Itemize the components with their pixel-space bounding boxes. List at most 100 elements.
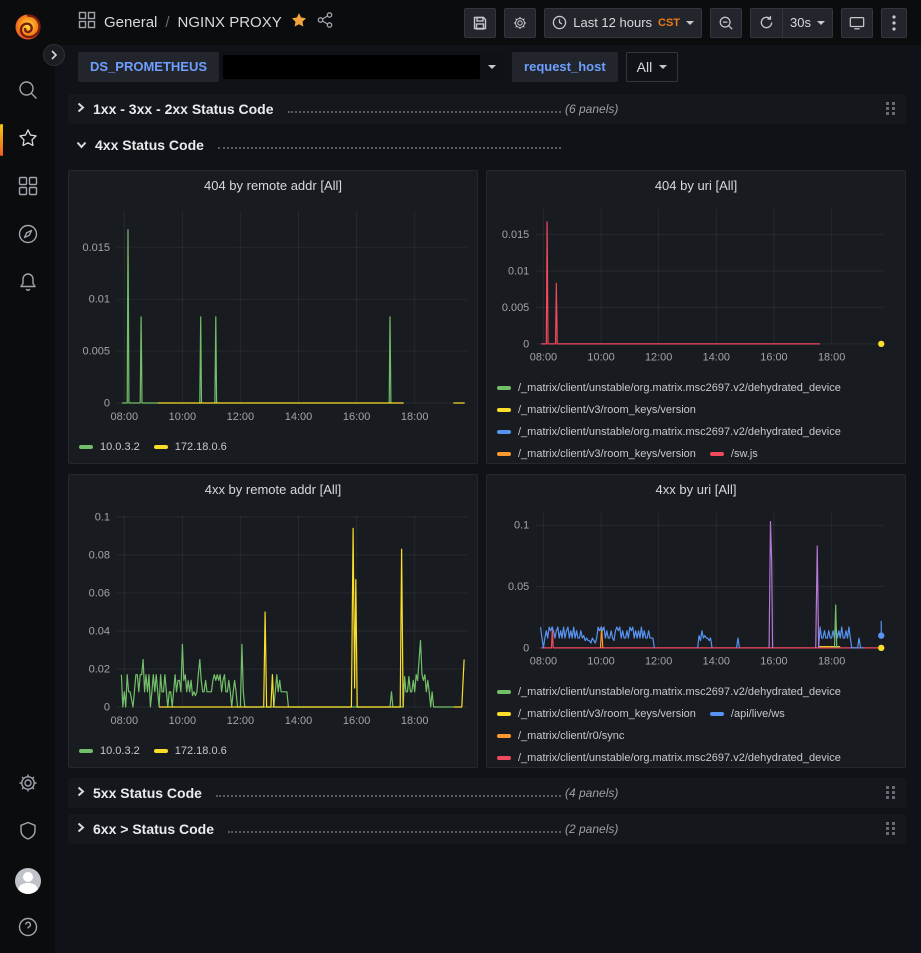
legend-label: /sw.js <box>731 448 758 460</box>
sidebar-item-search[interactable] <box>0 68 55 116</box>
row-dotted-leader <box>288 111 561 113</box>
legend-item[interactable]: /_matrix/client/r0/sync <box>497 726 624 746</box>
save-icon <box>472 15 488 31</box>
legend-item[interactable]: /_matrix/client/unstable/org.matrix.msc2… <box>497 682 841 702</box>
time-range-picker[interactable]: Last 12 hours CST <box>544 8 702 38</box>
svg-text:0.1: 0.1 <box>95 511 110 523</box>
legend-item[interactable]: /_matrix/client/v3/room_keys/version <box>497 444 696 463</box>
gear-icon <box>17 772 39 799</box>
dashboards-icon <box>17 175 39 202</box>
legend-item[interactable]: 10.0.3.2 <box>79 741 140 761</box>
row-1xx-3xx-2xx[interactable]: 1xx - 3xx - 2xx Status Code (6 panels) <box>68 94 906 124</box>
save-dashboard-button[interactable] <box>464 8 496 38</box>
more-options-button[interactable] <box>881 8 907 38</box>
zoom-out-button[interactable] <box>710 8 742 38</box>
dashboard-settings-button[interactable] <box>504 8 536 38</box>
refresh-icon <box>759 15 774 30</box>
request-host-variable-label: request_host <box>512 52 618 82</box>
legend-label: /_matrix/client/unstable/org.matrix.msc2… <box>518 686 841 698</box>
svg-text:08:00: 08:00 <box>111 411 139 423</box>
legend-item[interactable]: /_matrix/client/unstable/org.matrix.msc2… <box>497 378 841 398</box>
panel-row-2: 4xx by remote addr [All] 00.020.040.060.… <box>68 474 906 768</box>
svg-text:18:00: 18:00 <box>401 715 429 727</box>
legend-swatch <box>497 756 511 760</box>
panel-legend: 10.0.3.2 172.18.0.6 <box>69 737 477 761</box>
row-drag-handle[interactable] <box>884 821 898 837</box>
chevron-right-icon <box>76 820 85 838</box>
legend-item[interactable]: /_matrix/client/unstable/org.matrix.msc2… <box>497 748 841 767</box>
dashboard-title[interactable]: NGINX PROXY <box>178 14 282 31</box>
sidebar-item-starred[interactable] <box>0 116 55 164</box>
svg-text:14:00: 14:00 <box>703 656 730 668</box>
row-drag-handle[interactable] <box>884 785 898 801</box>
bell-icon <box>17 271 39 298</box>
legend-item[interactable]: 10.0.3.2 <box>79 437 140 457</box>
legend-item[interactable]: /sw.js <box>710 444 758 463</box>
legend-label: /_matrix/client/unstable/org.matrix.msc2… <box>518 426 841 438</box>
sidebar-item-profile[interactable] <box>0 857 55 905</box>
monitor-icon <box>849 15 865 31</box>
svg-text:0.005: 0.005 <box>502 302 529 314</box>
row-6xx[interactable]: 6xx > Status Code (2 panels) <box>68 814 906 844</box>
legend-label: /_matrix/client/unstable/org.matrix.msc2… <box>518 382 841 394</box>
time-range-label: Last 12 hours <box>573 15 652 30</box>
chevron-down-icon <box>659 65 667 69</box>
svg-text:0: 0 <box>523 338 529 350</box>
main-area: General / NGINX PROXY Last 12 hours <box>55 0 921 953</box>
sidebar-expand-button[interactable] <box>43 44 65 66</box>
grafana-logo-icon[interactable] <box>11 10 45 44</box>
datasource-variable-dropdown[interactable] <box>219 52 504 82</box>
sidebar-item-dashboards[interactable] <box>0 164 55 212</box>
svg-text:0.04: 0.04 <box>89 626 110 638</box>
sidebar-item-explore[interactable] <box>0 212 55 260</box>
svg-text:0.01: 0.01 <box>508 265 529 277</box>
breadcrumb: General / NGINX PROXY <box>78 11 334 34</box>
favorite-star-icon[interactable] <box>290 11 308 34</box>
svg-text:10:00: 10:00 <box>169 715 197 727</box>
timeseries-chart[interactable]: 00.0050.010.01508:0010:0012:0014:0016:00… <box>489 199 893 374</box>
panel-title[interactable]: 4xx by uri [All] <box>487 475 905 503</box>
legend-item[interactable]: /api/live/ws <box>710 704 785 724</box>
panel-title[interactable]: 4xx by remote addr [All] <box>69 475 477 503</box>
legend-label: 10.0.3.2 <box>100 441 140 453</box>
sidebar-item-alerting[interactable] <box>0 260 55 308</box>
panel-legend: 10.0.3.2 172.18.0.6 <box>69 433 477 457</box>
settings-gear-icon <box>512 15 528 31</box>
legend-item[interactable]: /_matrix/client/unstable/org.matrix.msc2… <box>497 422 841 442</box>
svg-text:0: 0 <box>104 398 110 410</box>
sidebar-item-server-admin[interactable] <box>0 809 55 857</box>
timeseries-chart[interactable]: 00.050.108:0010:0012:0014:0016:0018:00 <box>489 503 893 678</box>
row-title: 5xx Status Code <box>93 785 202 801</box>
timeseries-chart[interactable]: 00.020.040.060.080.108:0010:0012:0014:00… <box>71 503 475 737</box>
refresh-interval-dropdown[interactable]: 30s <box>782 8 833 38</box>
sidebar-item-configuration[interactable] <box>0 761 55 809</box>
refresh-button[interactable] <box>750 8 782 38</box>
panel-title[interactable]: 404 by remote addr [All] <box>69 171 477 199</box>
tv-mode-button[interactable] <box>841 8 873 38</box>
timezone-label: CST <box>658 17 680 29</box>
legend-item[interactable]: /_matrix/client/v3/room_keys/version <box>497 400 696 420</box>
dashboard-canvas: 1xx - 3xx - 2xx Status Code (6 panels) 4… <box>55 88 921 953</box>
panel-title[interactable]: 404 by uri [All] <box>487 171 905 199</box>
row-4xx[interactable]: 4xx Status Code <box>68 130 906 160</box>
legend-item[interactable]: 172.18.0.6 <box>154 741 227 761</box>
sidebar-item-help[interactable] <box>0 905 55 953</box>
request-host-variable-dropdown[interactable]: All <box>626 52 679 82</box>
legend-item[interactable]: /_matrix/client/v3/room_keys/version <box>497 704 696 724</box>
row-5xx[interactable]: 5xx Status Code (4 panels) <box>68 778 906 808</box>
avatar <box>15 868 41 894</box>
row-drag-handle[interactable] <box>884 101 898 117</box>
clock-icon <box>552 15 567 30</box>
svg-text:14:00: 14:00 <box>285 411 313 423</box>
dashboard-header: General / NGINX PROXY Last 12 hours <box>55 0 921 45</box>
legend-item[interactable]: 172.18.0.6 <box>154 437 227 457</box>
timeseries-chart[interactable]: 00.0050.010.01508:0010:0012:0014:0016:00… <box>71 199 475 433</box>
refresh-interval-label: 30s <box>790 15 811 30</box>
legend-swatch <box>79 749 93 753</box>
chevron-right-icon <box>76 100 85 118</box>
legend-swatch <box>497 452 511 456</box>
breadcrumb-section[interactable]: General <box>104 14 157 31</box>
chevron-down-icon <box>488 65 496 69</box>
share-icon[interactable] <box>316 11 334 34</box>
chevron-down-icon <box>686 21 694 25</box>
